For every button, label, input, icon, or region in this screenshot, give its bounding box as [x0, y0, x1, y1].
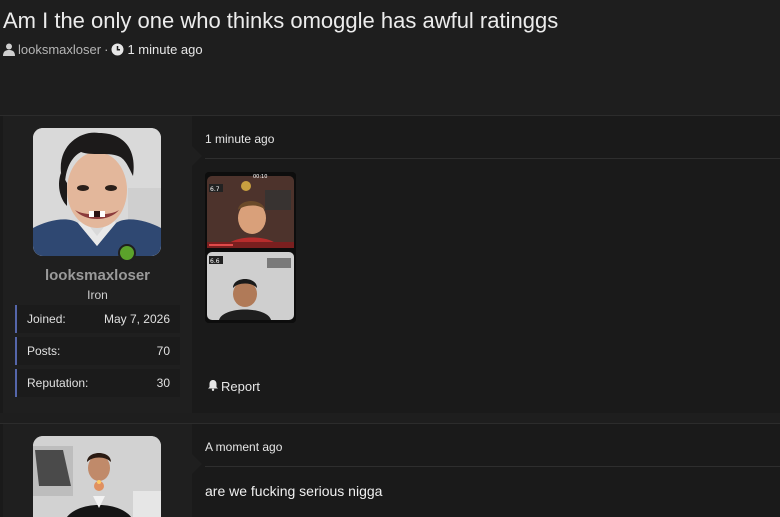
- attachment-thumbnail[interactable]: 00:10 6.7 6.6: [205, 172, 296, 323]
- stat-joined: Joined: May 7, 2026: [15, 305, 180, 333]
- thread-author-link[interactable]: looksmaxloser: [18, 42, 101, 57]
- meta-separator: ·: [104, 42, 109, 57]
- thread-meta: looksmaxloser · 1 minute ago: [3, 42, 203, 57]
- user-rank: Iron: [87, 288, 108, 302]
- stat-value: 30: [156, 376, 170, 390]
- user-icon: [3, 43, 15, 56]
- clock-icon: [111, 43, 124, 56]
- post-arrow: [192, 454, 202, 474]
- post-time[interactable]: 1 minute ago: [205, 132, 274, 146]
- attachment-clock: 00:10: [253, 174, 267, 180]
- thread-time[interactable]: 1 minute ago: [127, 42, 202, 57]
- stat-label: Joined:: [27, 312, 66, 326]
- online-status-indicator: [118, 244, 136, 262]
- post: looksmaxloser Iron Joined: May 7, 2026 P…: [0, 115, 780, 413]
- report-label: Report: [221, 379, 261, 394]
- avatar[interactable]: [33, 436, 161, 517]
- post-divider: [205, 158, 780, 159]
- post-body: are we fucking serious nigga: [205, 483, 383, 499]
- post-arrow: [192, 146, 202, 166]
- post-user-column: looksmaxloser Iron Joined: May 7, 2026 P…: [3, 116, 192, 413]
- post-time[interactable]: A moment ago: [205, 440, 282, 454]
- stat-reputation: Reputation: 30: [15, 369, 180, 397]
- stat-label: Reputation:: [27, 376, 89, 390]
- stat-value: May 7, 2026: [103, 312, 170, 326]
- thread-title: Am I the only one who thinks omoggle has…: [3, 8, 559, 33]
- avatar-wrap[interactable]: [33, 128, 161, 262]
- stat-posts: Posts: 70: [15, 337, 180, 365]
- avatar[interactable]: [33, 128, 161, 256]
- attachment-bottom-score: 6.6: [210, 258, 220, 265]
- post-username[interactable]: looksmaxloser: [3, 267, 192, 284]
- stat-value: 70: [156, 344, 170, 358]
- stat-label: Posts:: [27, 344, 61, 358]
- post: A moment ago are we fucking serious nigg…: [0, 423, 780, 517]
- post-user-column: [3, 424, 192, 517]
- bell-icon: [207, 379, 219, 394]
- report-button[interactable]: Report: [207, 379, 260, 394]
- attachment-top-score: 6.7: [210, 186, 220, 193]
- post-divider: [205, 466, 780, 467]
